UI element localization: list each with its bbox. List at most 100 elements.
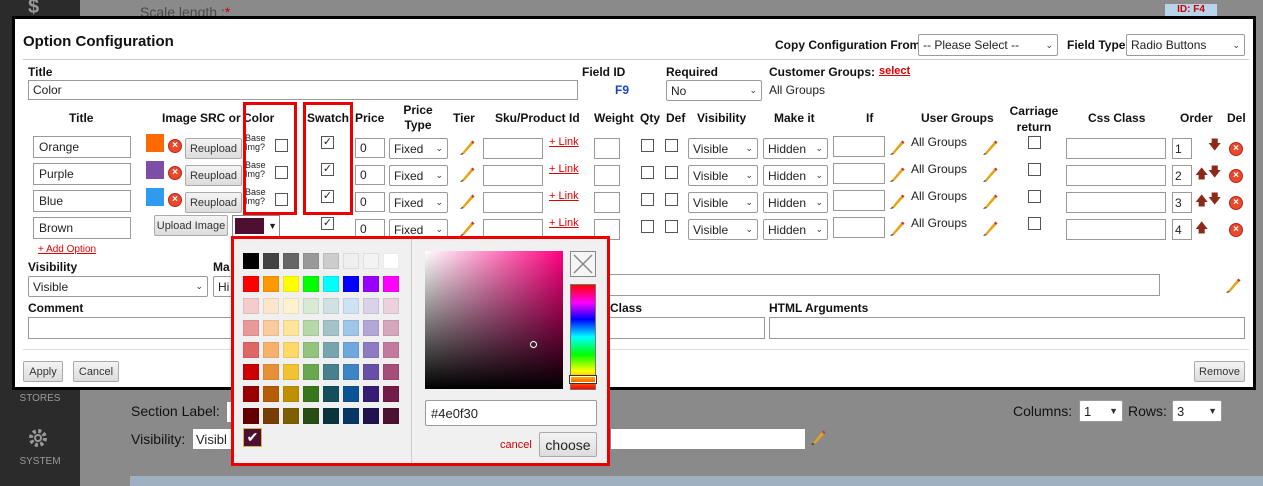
- option-visibility-select[interactable]: Visible ⌄: [688, 192, 758, 213]
- gear-icon[interactable]: [26, 426, 50, 450]
- if-edit-pencil-icon[interactable]: [889, 219, 905, 240]
- field-type-select[interactable]: Radio Buttons ⌄: [1126, 34, 1245, 56]
- carriage-return-checkbox[interactable]: [1028, 163, 1041, 176]
- palette-swatch[interactable]: [303, 320, 319, 336]
- reupload-button[interactable]: Reupload: [185, 165, 242, 186]
- class-input[interactable]: [605, 317, 765, 339]
- option-title-input[interactable]: Orange: [33, 136, 131, 158]
- palette-swatch[interactable]: [323, 253, 339, 269]
- qty-checkbox[interactable]: [641, 139, 654, 152]
- move-up-arrow-icon[interactable]: 🡅: [1195, 194, 1208, 207]
- if-input[interactable]: [833, 136, 885, 157]
- qty-checkbox[interactable]: [641, 166, 654, 179]
- weight-input[interactable]: [594, 165, 620, 186]
- sku-link[interactable]: + Link: [549, 217, 579, 229]
- css-class-input[interactable]: [1066, 138, 1166, 159]
- upload-image-button[interactable]: Upload Image: [154, 215, 228, 236]
- option-title-input[interactable]: Blue: [33, 190, 131, 212]
- default-checkbox[interactable]: [665, 166, 678, 179]
- palette-swatch[interactable]: [303, 386, 319, 402]
- make-it-select[interactable]: Hidden ⌄: [763, 165, 828, 186]
- palette-swatch[interactable]: [263, 342, 279, 358]
- css-class-input[interactable]: [1066, 165, 1166, 186]
- carriage-return-checkbox[interactable]: [1028, 190, 1041, 203]
- palette-swatch[interactable]: [323, 276, 339, 292]
- sku-link[interactable]: + Link: [549, 190, 579, 202]
- hue-slider[interactable]: [570, 284, 596, 390]
- qty-checkbox[interactable]: [641, 193, 654, 206]
- palette-swatch[interactable]: [243, 408, 259, 424]
- palette-swatch[interactable]: [343, 298, 359, 314]
- make-it-select[interactable]: Hidden ⌄: [763, 138, 828, 159]
- tier-edit-pencil-icon[interactable]: [459, 192, 475, 213]
- if-input[interactable]: [833, 217, 885, 238]
- option-visibility-select[interactable]: Visible ⌄: [688, 219, 758, 240]
- palette-swatch[interactable]: [243, 364, 259, 380]
- if-edit-pencil-icon[interactable]: [889, 165, 905, 186]
- order-input[interactable]: 4: [1172, 219, 1192, 240]
- palette-swatch[interactable]: [383, 342, 399, 358]
- palette-swatch[interactable]: [243, 342, 259, 358]
- palette-swatch[interactable]: [303, 253, 319, 269]
- copy-config-select[interactable]: -- Please Select -- ⌄: [918, 34, 1058, 56]
- palette-swatch[interactable]: [343, 386, 359, 402]
- delete-option-icon[interactable]: ×: [1229, 223, 1243, 237]
- saturation-value-area[interactable]: [425, 251, 563, 389]
- palette-swatch[interactable]: [303, 342, 319, 358]
- palette-swatch[interactable]: [263, 320, 279, 336]
- edit-pencil-icon[interactable]: [1225, 276, 1241, 297]
- palette-swatch[interactable]: [303, 364, 319, 380]
- palette-swatch[interactable]: [243, 276, 259, 292]
- required-select[interactable]: No ⌄: [666, 80, 762, 101]
- option-visibility-select[interactable]: Visible ⌄: [688, 165, 758, 186]
- user-groups-edit-pencil-icon[interactable]: [982, 192, 998, 213]
- move-up-arrow-icon[interactable]: 🡅: [1195, 221, 1208, 234]
- palette-swatch[interactable]: [323, 320, 339, 336]
- palette-swatch[interactable]: [343, 276, 359, 292]
- remove-image-icon[interactable]: ×: [168, 139, 182, 153]
- palette-swatch[interactable]: [383, 253, 399, 269]
- reupload-button[interactable]: Reupload: [185, 192, 242, 213]
- rows-select[interactable]: 3 ▼: [1172, 400, 1222, 422]
- sku-input[interactable]: [483, 165, 543, 186]
- close-icon[interactable]: [570, 251, 596, 277]
- palette-swatch[interactable]: [383, 364, 399, 380]
- palette-swatch[interactable]: [383, 298, 399, 314]
- apply-button[interactable]: Apply: [23, 361, 63, 382]
- palette-swatch[interactable]: [363, 298, 379, 314]
- bg-visibility-select[interactable]: Visibl: [192, 428, 232, 450]
- palette-swatch[interactable]: [303, 276, 319, 292]
- palette-swatch[interactable]: [323, 364, 339, 380]
- price-input[interactable]: 0: [355, 192, 385, 212]
- bg-text-input[interactable]: [610, 428, 806, 450]
- order-input[interactable]: 2: [1172, 165, 1192, 186]
- weight-input[interactable]: [594, 192, 620, 213]
- sku-link[interactable]: + Link: [549, 163, 579, 175]
- palette-swatch[interactable]: [263, 253, 279, 269]
- palette-swatch[interactable]: [383, 276, 399, 292]
- tier-edit-pencil-icon[interactable]: [459, 165, 475, 186]
- palette-swatch[interactable]: [303, 298, 319, 314]
- palette-swatch[interactable]: [243, 253, 259, 269]
- palette-swatch[interactable]: [263, 276, 279, 292]
- default-checkbox[interactable]: [665, 139, 678, 152]
- palette-swatch[interactable]: [383, 386, 399, 402]
- palette-swatch[interactable]: [263, 408, 279, 424]
- palette-swatch[interactable]: [363, 408, 379, 424]
- palette-swatch[interactable]: [363, 386, 379, 402]
- palette-swatch[interactable]: [343, 364, 359, 380]
- sku-input[interactable]: [483, 138, 543, 159]
- choose-button[interactable]: choose: [539, 432, 597, 457]
- palette-swatch[interactable]: [323, 386, 339, 402]
- hue-handle[interactable]: [570, 376, 596, 383]
- delete-option-icon[interactable]: ×: [1229, 169, 1243, 183]
- price-input[interactable]: 0: [355, 138, 385, 158]
- default-checkbox[interactable]: [665, 220, 678, 233]
- palette-swatch[interactable]: [383, 408, 399, 424]
- palette-swatch[interactable]: [303, 408, 319, 424]
- palette-swatch[interactable]: [323, 342, 339, 358]
- bg-edit-pencil-icon[interactable]: [810, 428, 826, 446]
- option-text-input[interactable]: [605, 274, 1160, 296]
- hex-input[interactable]: #4e0f30: [425, 400, 597, 426]
- palette-swatch[interactable]: [363, 342, 379, 358]
